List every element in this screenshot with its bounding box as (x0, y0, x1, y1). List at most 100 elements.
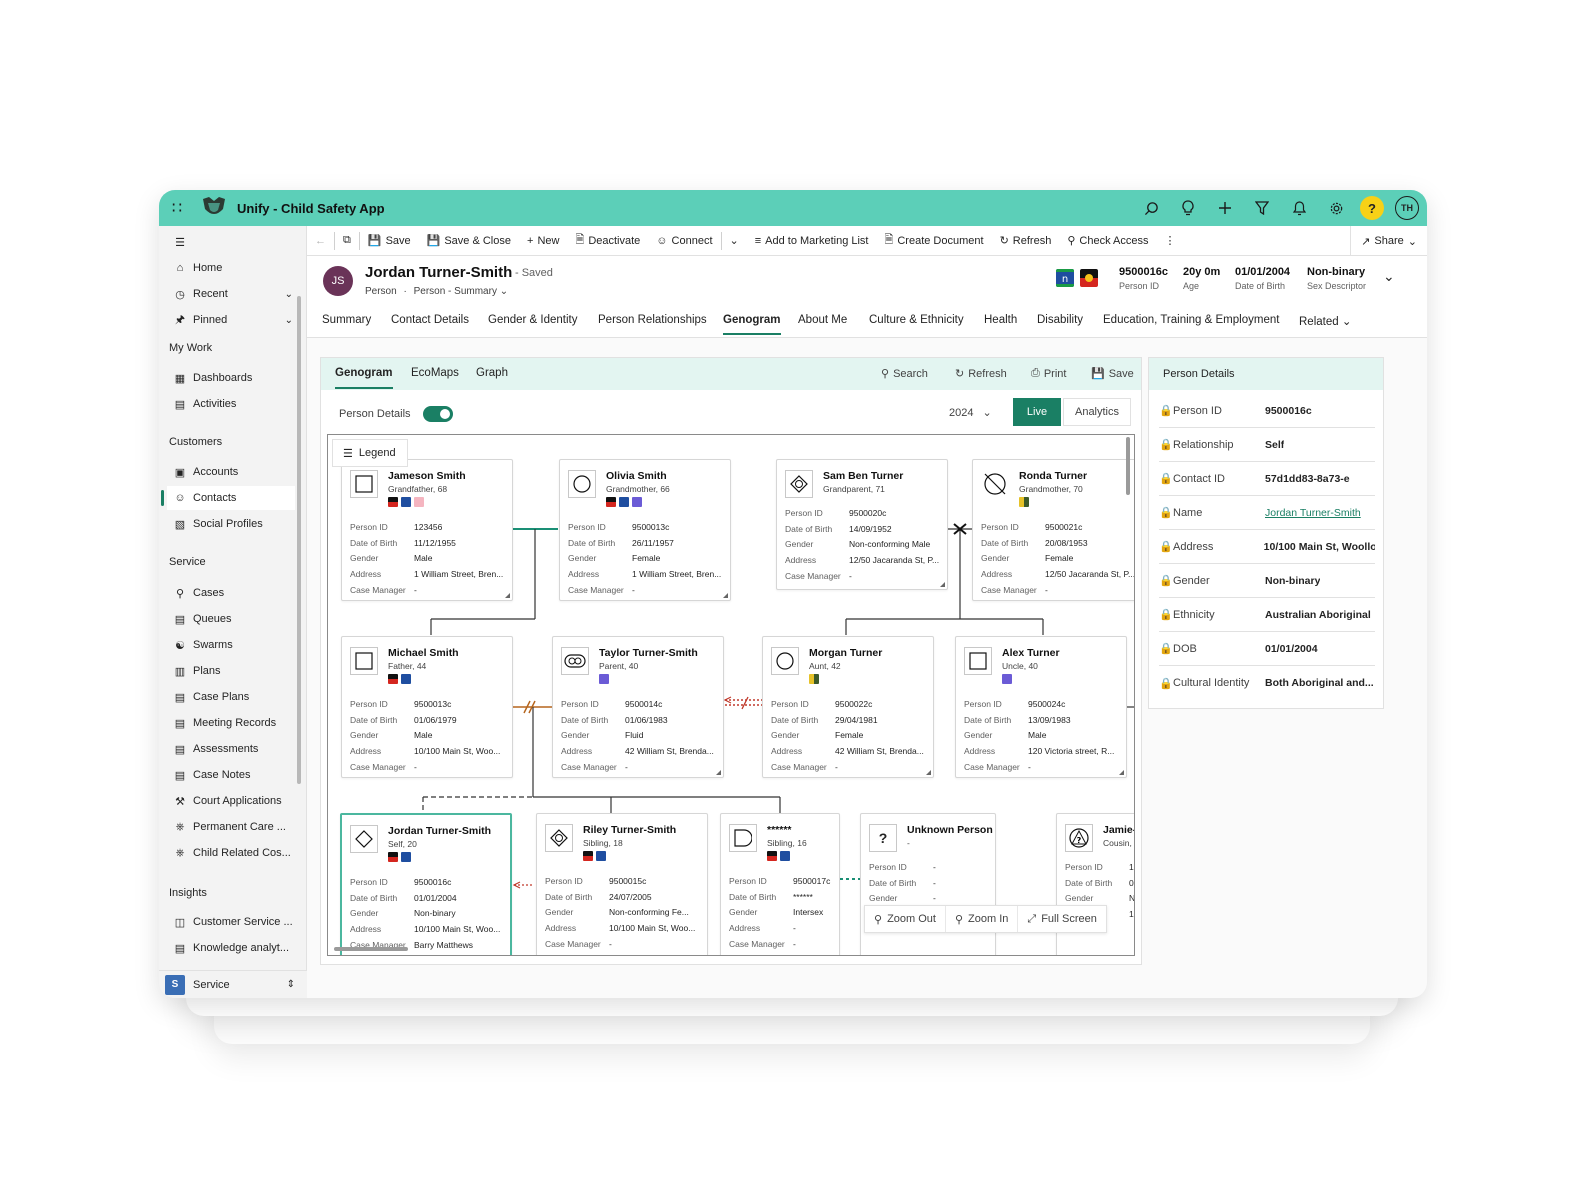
person-card[interactable]: Sam Ben Turner Grandparent, 71 Person ID… (776, 459, 948, 590)
genogram-canvas[interactable]: ☰ Legend Jameson Smith Grandfather, 68 P… (327, 434, 1135, 956)
sidebar-item-child-related[interactable]: ⎈ Child Related Cos... (167, 841, 295, 865)
tab-disability[interactable]: Disability (1037, 314, 1083, 326)
sidebar-item-plans[interactable]: ▥ Plans (167, 659, 295, 683)
sidebar-item-case-plans[interactable]: ▤ Case Plans (167, 685, 295, 709)
resize-handle[interactable] (926, 770, 931, 775)
person-card[interactable]: Michael Smith Father, 44 Person ID 950001… (341, 636, 513, 778)
resize-handle[interactable] (723, 593, 728, 598)
sidebar-item-recent[interactable]: ◷ Recent ⌄ (167, 282, 295, 306)
sidebar-scrollbar[interactable] (297, 296, 301, 784)
person-card[interactable]: ? Unknown Person - Person ID - Date of Bi… (860, 813, 996, 955)
sidebar-item-queues[interactable]: ▤ Queues (167, 607, 295, 631)
person-card[interactable]: Ronda Turner Grandmother, 70 Person ID 95… (972, 459, 1134, 601)
person-card[interactable]: ? Jamie-L Cousin, 1 Person ID1 Date of B… (1056, 813, 1134, 955)
connect-button[interactable]: ☺ Connect (648, 235, 720, 247)
gear-icon[interactable] (1323, 195, 1349, 221)
legend-button[interactable]: ☰ Legend (332, 439, 408, 467)
expand-header-chevron-icon[interactable]: ⌄ (1383, 268, 1395, 285)
lightbulb-icon[interactable] (1175, 195, 1201, 221)
sidebar-item-assessments[interactable]: ▤ Assessments (167, 737, 295, 761)
tab-education[interactable]: Education, Training & Employment (1103, 314, 1279, 326)
person-details-toggle[interactable] (422, 406, 453, 422)
person-card[interactable]: Taylor Turner-Smith Parent, 40 Person ID… (552, 636, 724, 778)
tab-contact-details[interactable]: Contact Details (391, 314, 469, 326)
tab-health[interactable]: Health (984, 314, 1017, 326)
new-button[interactable]: + New (519, 235, 567, 247)
tab-related[interactable]: Related ⌄ (1299, 314, 1351, 328)
filter-icon[interactable] (1249, 195, 1275, 221)
sidebar-item-pinned[interactable]: 🖈 Pinned ⌄ (167, 308, 295, 332)
chevron-down-icon[interactable]: ⌄ (285, 315, 293, 326)
subtab-genogram[interactable]: Genogram (335, 367, 393, 389)
check-access-button[interactable]: ⚲ Check Access (1059, 234, 1156, 248)
genogram-save-button[interactable]: 💾 Save (1091, 367, 1134, 381)
help-icon[interactable]: ? (1360, 196, 1384, 220)
year-select[interactable]: 2024 ⌄ (949, 406, 992, 419)
sidebar-item-knowledge[interactable]: ▤ Knowledge analyt... (167, 936, 295, 960)
resize-handle[interactable] (505, 593, 510, 598)
person-card[interactable]: Alex Turner Uncle, 40 Person ID 9500024c … (955, 636, 1127, 778)
tab-about-me[interactable]: About Me (798, 314, 847, 326)
person-card[interactable]: Jameson Smith Grandfather, 68 Person ID 1… (341, 459, 513, 601)
share-button[interactable]: ↗ Share ⌄ (1350, 226, 1427, 256)
resize-handle[interactable] (716, 770, 721, 775)
sidebar-item-court-applications[interactable]: ⚒ Court Applications (167, 789, 295, 813)
sidebar-item-cases[interactable]: ⚲ Cases (167, 581, 295, 605)
sidebar-item-meeting-records[interactable]: ▤ Meeting Records (167, 711, 295, 735)
sidebar-item-activities[interactable]: ▤ Activities (167, 392, 295, 416)
canvas-horizontal-scrollbar[interactable] (334, 947, 408, 951)
genogram-print-button[interactable]: ⎙ Print (1031, 367, 1066, 380)
hamburger-menu-icon[interactable]: ☰ (167, 230, 295, 254)
deactivate-button[interactable]: 🗎 Deactivate (567, 231, 648, 250)
live-button[interactable]: Live (1013, 398, 1061, 426)
canvas-vertical-scrollbar[interactable] (1126, 437, 1130, 495)
person-name-link[interactable]: Jordan Turner-Smith (1265, 507, 1361, 519)
person-card-self[interactable]: Jordan Turner-Smith Self, 20 Person ID 95… (340, 813, 512, 955)
sidebar-item-home[interactable]: ⌂ Home (167, 256, 295, 280)
person-card[interactable]: Riley Turner-Smith Sibling, 18 Person ID… (536, 813, 708, 955)
sidebar-item-customer-service[interactable]: ◫ Customer Service ... (167, 910, 295, 934)
tab-gender-identity[interactable]: Gender & Identity (488, 314, 578, 326)
subtab-graph[interactable]: Graph (476, 367, 508, 379)
form-selector[interactable]: Person - Summary (414, 286, 497, 297)
save-close-button[interactable]: 💾 Save & Close (419, 234, 519, 248)
create-document-button[interactable]: 🗎 Create Document (877, 231, 992, 250)
add-marketing-button[interactable]: ≡ Add to Marketing List (747, 235, 877, 247)
sidebar-item-dashboards[interactable]: ▦ Dashboards (167, 366, 295, 390)
genogram-search-button[interactable]: ⚲ Search (881, 367, 928, 381)
sidebar-item-swarms[interactable]: ☯ Swarms (167, 633, 295, 657)
analytics-button[interactable]: Analytics (1063, 398, 1131, 426)
full-screen-button[interactable]: ⤢ Full Screen (1018, 906, 1105, 932)
app-launcher-icon[interactable]: ∷ (159, 198, 195, 218)
tab-summary[interactable]: Summary (322, 314, 371, 326)
zoom-in-button[interactable]: ⚲ Zoom In (946, 906, 1019, 932)
resize-handle[interactable] (1119, 770, 1124, 775)
tab-person-relationships[interactable]: Person Relationships (598, 314, 707, 326)
plus-icon[interactable] (1212, 195, 1238, 221)
resize-handle[interactable] (940, 582, 945, 587)
genogram-refresh-button[interactable]: ↻ Refresh (955, 367, 1007, 381)
person-card[interactable]: Olivia Smith Grandmother, 66 Person ID 95… (559, 459, 731, 601)
sidebar-item-contacts[interactable]: ☺ Contacts (161, 486, 295, 510)
bell-icon[interactable] (1286, 195, 1312, 221)
refresh-button[interactable]: ↻ Refresh (992, 234, 1060, 248)
back-arrow-icon[interactable]: ← (307, 235, 334, 247)
chevron-down-icon[interactable]: ⌄ (285, 289, 293, 300)
save-button[interactable]: 💾 Save (360, 234, 419, 248)
user-avatar[interactable]: TH (1395, 196, 1419, 220)
sidebar-item-social-profiles[interactable]: ▧ Social Profiles (167, 512, 295, 536)
zoom-out-button[interactable]: ⚲ Zoom Out (865, 906, 946, 932)
open-window-icon[interactable]: ⧉ (335, 234, 359, 247)
chevron-down-icon[interactable]: ⌄ (500, 286, 508, 297)
sidebar-item-case-notes[interactable]: ▤ Case Notes (167, 763, 295, 787)
sidebar-item-permanent-care[interactable]: ⎈ Permanent Care ... (167, 815, 295, 839)
subtab-ecomaps[interactable]: EcoMaps (411, 367, 459, 379)
tab-culture-ethnicity[interactable]: Culture & Ethnicity (869, 314, 964, 326)
person-card[interactable]: ****** Sibling, 16 Person ID 9500017c Dat… (720, 813, 840, 955)
area-switcher[interactable]: S Service ⇕ (159, 970, 307, 998)
overflow-menu-icon[interactable]: ⋮ (1156, 234, 1183, 247)
person-card[interactable]: Morgan Turner Aunt, 42 Person ID 9500022c… (762, 636, 934, 778)
sidebar-item-accounts[interactable]: ▣ Accounts (167, 460, 295, 484)
more-chevron-icon[interactable]: ⌄ (722, 234, 747, 247)
search-icon[interactable] (1138, 195, 1164, 221)
